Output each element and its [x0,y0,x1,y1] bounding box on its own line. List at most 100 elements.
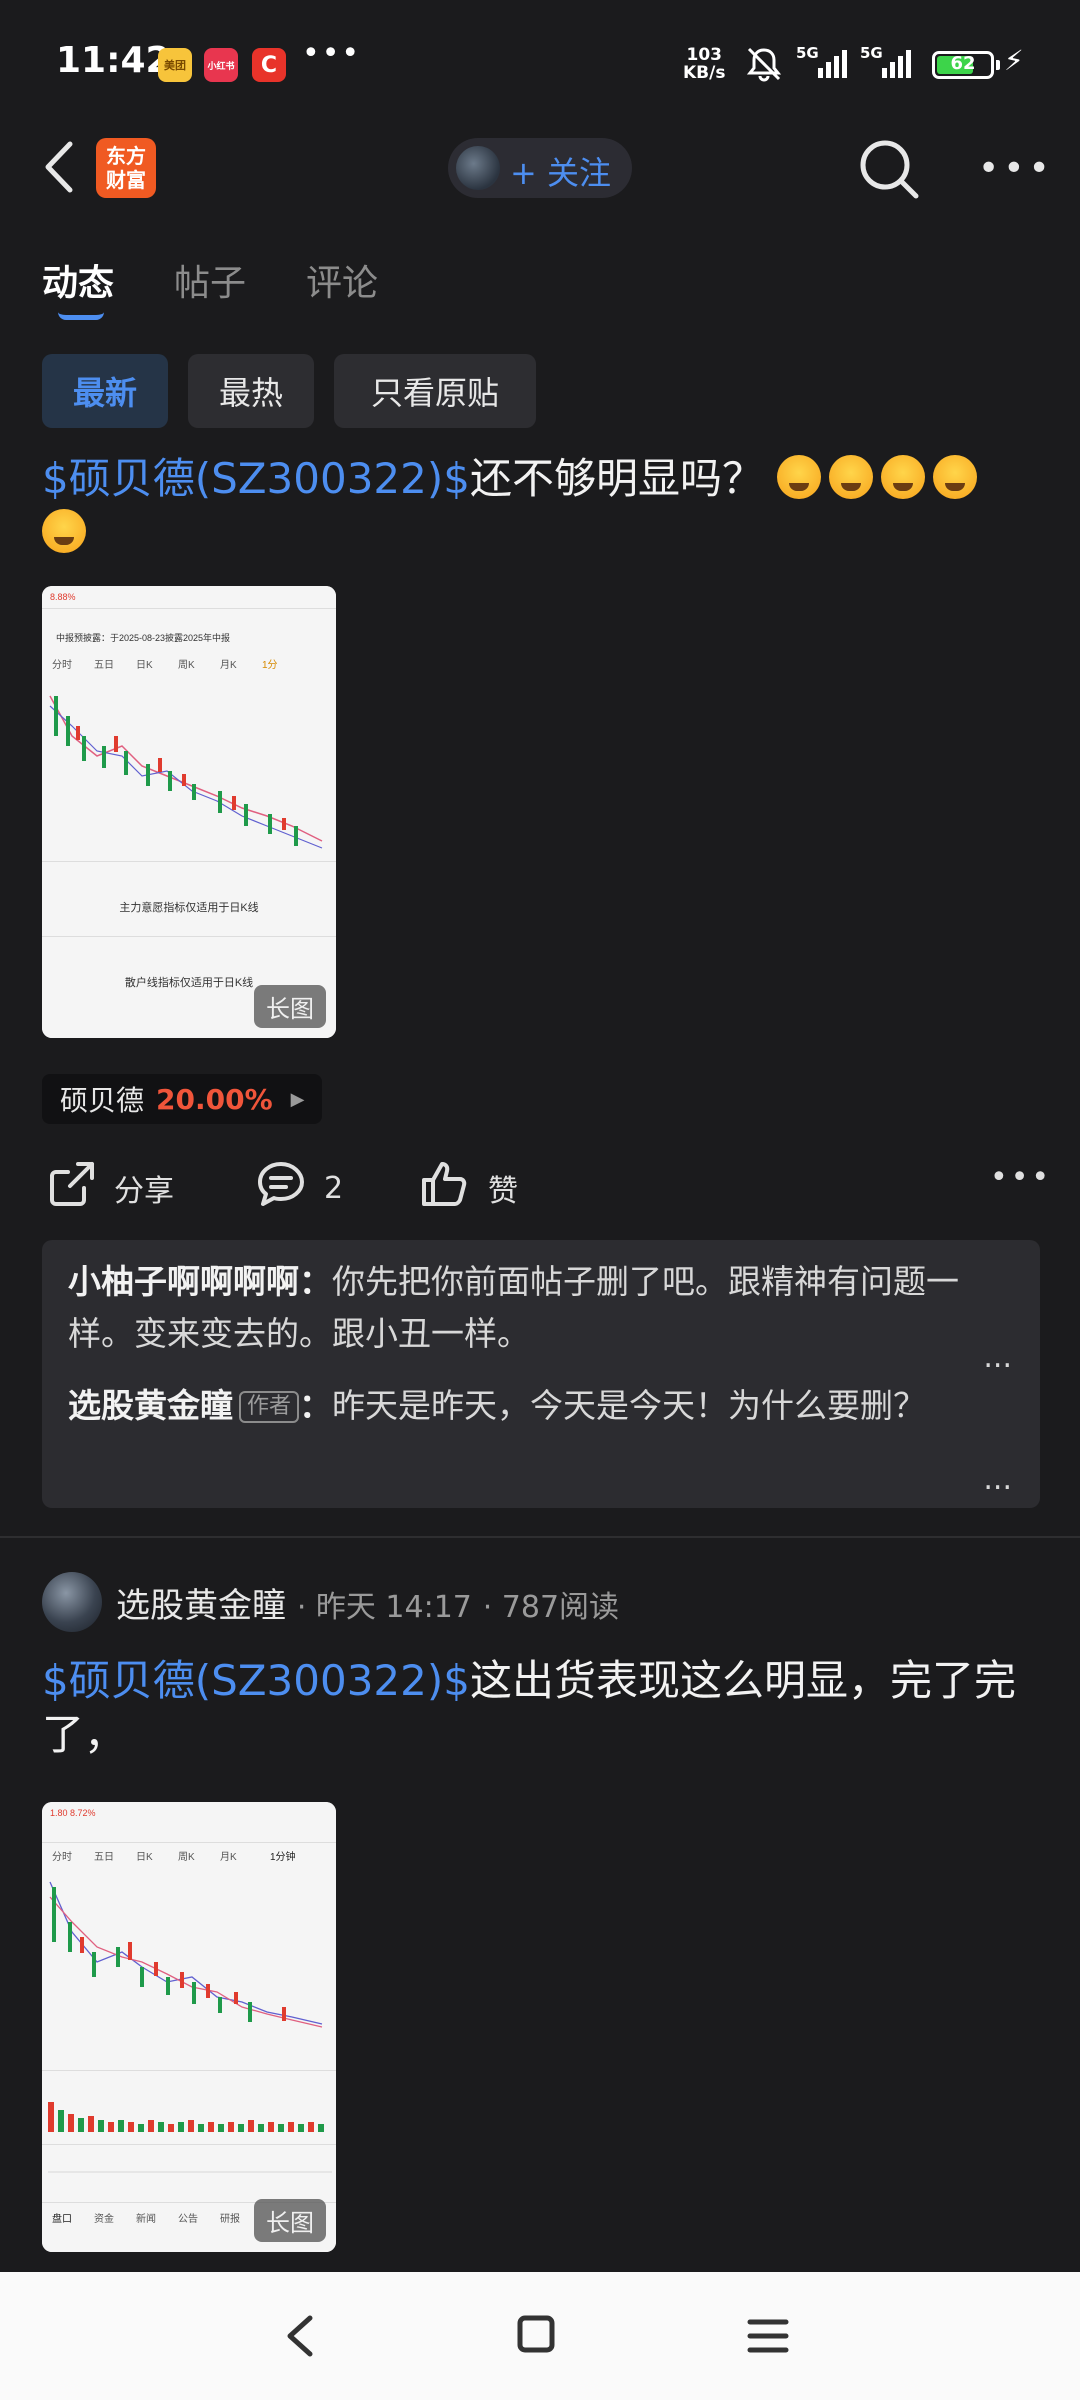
post1-comments[interactable]: 小柚子啊啊啊啊：你先把你前面帖子删了吧。跟精神有问题一样。变来变去的。跟小丑一样… [42,1240,1040,1508]
user-avatar [456,146,500,190]
c-app-icon: C [252,48,286,82]
thumb2-top-left: 1.80 8.72% [50,1808,96,1818]
stock-tag-arrow-icon: ▶ [290,1088,305,1110]
mute-bell-icon [744,44,784,88]
nav-menu-icon[interactable] [746,2316,790,2360]
post1-long-image-badge: 长图 [254,985,326,1028]
svg-text:周K: 周K [178,659,195,671]
comment-1-ellipsis: ... [983,1340,1012,1375]
crying-emoji-icon [42,509,86,553]
thumbs-up-icon [420,1160,470,1216]
svg-text:月K: 月K [220,659,237,671]
thumb1-indicator1: 主力意愿指标仅适用于日K线 [119,900,258,914]
net-speed-unit: KB/s [683,63,726,83]
battery-icon: 62 [932,51,994,79]
thumb1-header: 中报预披露：于2025-08-23披露2025年中报 [56,632,230,643]
xiaohongshu-app-icon: 小红书 [204,48,238,82]
tab-comments[interactable]: 评论 [306,254,378,306]
post2-reads: 787阅读 [501,1590,620,1625]
tab-posts[interactable]: 帖子 [174,254,246,306]
post1-text: 还不够明显吗？ [469,454,764,503]
svg-text:研报: 研报 [220,2212,240,2225]
svg-text:1分钟: 1分钟 [270,1850,296,1863]
signal-1-label: 5G [796,44,819,62]
nav-home-icon[interactable] [516,2314,556,2358]
post2-stock-link[interactable]: $硕贝德(SZ300322)$ [42,1656,470,1705]
battery-tip [996,60,1000,70]
svg-text:月K: 月K [220,1851,237,1863]
charging-icon: ⚡ [1004,44,1024,77]
comment-icon [256,1160,306,1216]
follow-button[interactable]: + 关注 [448,138,632,198]
svg-text:新闻: 新闻 [136,2212,156,2225]
stock-tag-pct: 20.00% [156,1082,273,1116]
svg-text:日K: 日K [136,1852,153,1863]
comment-author[interactable]: 选股黄金瞳 [68,1386,233,1425]
svg-text:五日: 五日 [94,1852,114,1863]
logo-line-2: 财富 [106,168,146,192]
net-speed: 103 KB/s [683,46,725,82]
post1-more-icon[interactable]: ••• [990,1160,1052,1195]
eastmoney-logo: 东方 财富 [96,138,156,198]
post2-meta: 选股黄金瞳 · 昨天 14:17 · 787阅读 [116,1586,620,1626]
post2-image[interactable]: 1.80 8.72% 分时 五日 日K 周K 月K 1分钟 盘口 资金 新闻 公… [42,1802,336,2252]
stock-tag-name: 硕贝德 [60,1084,145,1117]
svg-text:盘口: 盘口 [52,2212,72,2225]
svg-text:五日: 五日 [94,660,114,671]
svg-text:分时: 分时 [52,1851,72,1863]
crying-emoji-icon [829,455,874,499]
svg-text:1分: 1分 [262,659,278,671]
battery-level: 62 [950,53,976,74]
author-badge: 作者 [239,1391,300,1423]
post2-content[interactable]: $硕贝德(SZ300322)$这出货表现这么明显，完了完了， [42,1654,1042,1762]
follow-label: + 关注 [510,154,611,192]
signal-1-icon: 5G [796,44,856,80]
signal-2-icon: 5G [860,44,920,80]
search-icon[interactable] [858,138,920,204]
net-speed-value: 103 [686,45,722,65]
comment-count: 2 [324,1170,344,1206]
signal-2-label: 5G [860,44,883,62]
post1-image[interactable]: 8.88% 中报预披露：于2025-08-23披露2025年中报 分时 五日 日… [42,586,336,1038]
filter-latest[interactable]: 最新 [42,354,168,428]
logo-line-1: 东方 [106,144,146,168]
thumb1-indicator2: 散户线指标仅适用于日K线 [125,975,253,989]
comment-author[interactable]: 小柚子啊啊啊啊 [68,1262,299,1301]
svg-text:资金: 资金 [94,2212,114,2225]
comment-button[interactable]: 2 [256,1160,343,1216]
share-icon [48,1160,96,1216]
nav-back-icon[interactable] [282,2314,318,2362]
post1-stock-link[interactable]: $硕贝德(SZ300322)$ [42,454,470,503]
post2-author[interactable]: 选股黄金瞳 [116,1586,286,1626]
svg-text:周K: 周K [178,1851,195,1863]
post2-long-image-badge: 长图 [254,2199,326,2242]
comment-item[interactable]: 选股黄金瞳 作者 ：昨天是昨天，今天是今天！为什么要删？ [68,1380,1008,1432]
status-time: 11:42 [56,40,171,81]
comment-2-ellipsis: ... [983,1462,1012,1497]
more-menu-icon[interactable]: ••• [978,148,1054,189]
status-more-icon: ••• [302,36,362,71]
post1-content[interactable]: $硕贝德(SZ300322)$还不够明显吗？ [42,452,1042,560]
post1-stock-tag[interactable]: 硕贝德 20.00% ▶ [42,1074,323,1124]
crying-emoji-icon [933,455,978,499]
svg-text:分时: 分时 [52,659,72,671]
laugh-cry-emoji-icon [777,455,822,499]
filter-hot[interactable]: 最热 [188,354,314,428]
thumb1-top-left: 8.88% [50,592,76,602]
like-label: 赞 [488,1174,518,1209]
comment-text: 昨天是昨天，今天是今天！为什么要删？ [332,1386,927,1425]
share-button[interactable]: 分享 [48,1160,174,1216]
tab-dynamic[interactable]: 动态 [42,254,114,306]
svg-text:日K: 日K [136,660,153,671]
post2-time: 昨天 14:17 [315,1590,472,1625]
active-tab-indicator [58,312,104,320]
like-button[interactable]: 赞 [420,1160,518,1216]
crying-emoji-icon [881,455,926,499]
back-icon[interactable] [42,140,78,198]
filter-original-only[interactable]: 只看原贴 [334,354,536,428]
comment-item[interactable]: 小柚子啊啊啊啊：你先把你前面帖子删了吧。跟精神有问题一样。变来变去的。跟小丑一样… [68,1256,1008,1360]
post-divider [0,1536,1080,1538]
share-label: 分享 [114,1174,174,1209]
post2-avatar[interactable] [42,1572,102,1632]
svg-text:公告: 公告 [178,2212,198,2225]
